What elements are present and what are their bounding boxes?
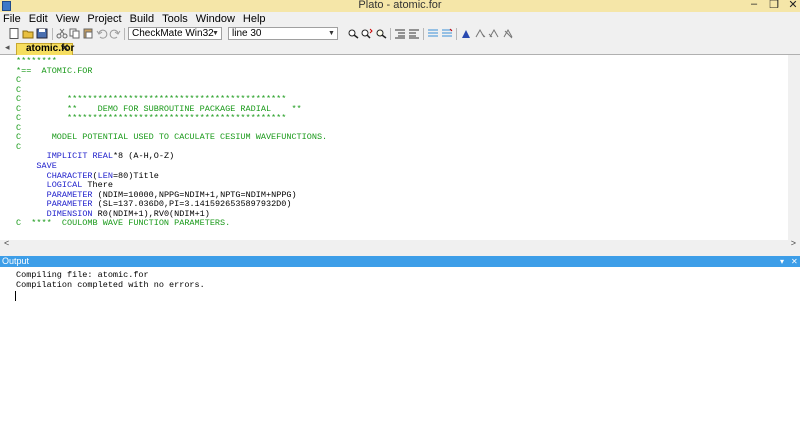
line-select-value: line 30 <box>232 28 262 39</box>
code-line: C <box>16 75 22 86</box>
outdent-icon[interactable] <box>408 28 420 39</box>
find-next-icon[interactable] <box>361 28 373 39</box>
menu-tools[interactable]: Tools <box>158 12 192 26</box>
horizontal-scrollbar[interactable]: < > <box>0 238 800 250</box>
line-select[interactable]: line 30 ▼ <box>228 27 338 40</box>
scroll-right-icon[interactable]: > <box>791 238 796 248</box>
tab-scroll-left-icon[interactable]: ◂ <box>5 42 10 53</box>
menu-bar: File Edit View Project Build Tools Windo… <box>0 12 800 26</box>
scroll-left-icon[interactable]: < <box>4 238 9 248</box>
document-tab-strip: ◂ atomic.for ✕ <box>0 42 800 55</box>
paste-icon[interactable] <box>82 28 94 39</box>
window-title: Plato - atomic.for <box>358 0 442 11</box>
clear-bookmarks-icon[interactable] <box>502 28 514 39</box>
save-icon[interactable] <box>36 28 48 39</box>
copy-icon[interactable] <box>69 28 81 39</box>
close-tab-icon[interactable]: ✕ <box>61 44 69 54</box>
toolbar-separator <box>390 28 391 40</box>
open-folder-icon[interactable] <box>22 28 34 39</box>
undo-icon[interactable] <box>96 28 108 39</box>
menu-edit[interactable]: Edit <box>25 12 52 26</box>
toolbar-separator <box>52 28 53 40</box>
tab-atomic-for[interactable]: atomic.for ✕ <box>16 43 74 55</box>
code-line: C **** COULOMB WAVE FUNCTION PARAMETERS. <box>16 218 231 229</box>
redo-icon[interactable] <box>109 28 121 39</box>
toggle-bookmark-icon[interactable] <box>460 28 472 39</box>
indent-icon[interactable] <box>394 28 406 39</box>
output-title: Output <box>2 256 30 266</box>
output-pane-header: Output ▾ ✕ <box>0 256 800 267</box>
next-bookmark-icon[interactable] <box>474 28 486 39</box>
menu-project[interactable]: Project <box>83 12 125 26</box>
title-bar: Plato - atomic.for – ❐ ✕ <box>0 0 800 12</box>
code-line: C MODEL POTENTIAL USED TO CACULATE CESIU… <box>16 132 328 143</box>
target-select-value: CheckMate Win32 <box>132 28 214 39</box>
output-lines: Compiling file: atomic.for Compilation co… <box>16 270 205 290</box>
code-line: *== ATOMIC.FOR <box>16 65 93 76</box>
menu-build[interactable]: Build <box>126 12 158 26</box>
minimize-icon[interactable]: – <box>747 0 761 10</box>
output-pane[interactable]: Compiling file: atomic.for Compilation co… <box>0 267 800 422</box>
new-file-icon[interactable] <box>8 28 20 39</box>
find-in-files-icon[interactable] <box>375 28 387 39</box>
close-icon[interactable]: ✕ <box>786 0 800 11</box>
code-line: C **************************************… <box>16 113 287 124</box>
restore-icon[interactable]: ❐ <box>767 0 781 11</box>
toolbar-separator <box>456 28 457 40</box>
text-cursor <box>15 291 16 301</box>
toolbar-separator <box>124 28 125 40</box>
output-close-icon[interactable]: ✕ <box>791 256 798 267</box>
target-select[interactable]: CheckMate Win32 ▼ <box>128 27 222 40</box>
comment-block-icon[interactable] <box>427 28 439 39</box>
menu-view[interactable]: View <box>52 12 84 26</box>
toolbar-separator <box>423 28 424 40</box>
code-line: IMPLICIT REAL*8 (A-H,O-Z) <box>46 151 175 162</box>
chevron-down-icon[interactable]: ▼ <box>211 29 220 38</box>
menu-help[interactable]: Help <box>239 12 270 26</box>
output-menu-icon[interactable]: ▾ <box>780 256 784 267</box>
cut-icon[interactable] <box>56 28 68 39</box>
menu-window[interactable]: Window <box>192 12 239 26</box>
vertical-scrollbar[interactable] <box>788 55 800 240</box>
menu-file[interactable]: File <box>0 12 25 26</box>
chevron-down-icon[interactable]: ▼ <box>327 29 336 38</box>
output-line: Compilation completed with no errors. <box>16 280 205 290</box>
uncomment-block-icon[interactable] <box>441 28 453 39</box>
code-editor[interactable]: ******** *== ATOMIC.FOR C C C **************… <box>0 55 800 240</box>
output-line: Compiling file: atomic.for <box>16 270 149 280</box>
prev-bookmark-icon[interactable] <box>488 28 500 39</box>
toolbar: CheckMate Win32 ▼ line 30 ▼ <box>0 26 800 42</box>
find-icon[interactable] <box>347 28 359 39</box>
code-lines: ******** *== ATOMIC.FOR C C C **************… <box>16 56 328 229</box>
